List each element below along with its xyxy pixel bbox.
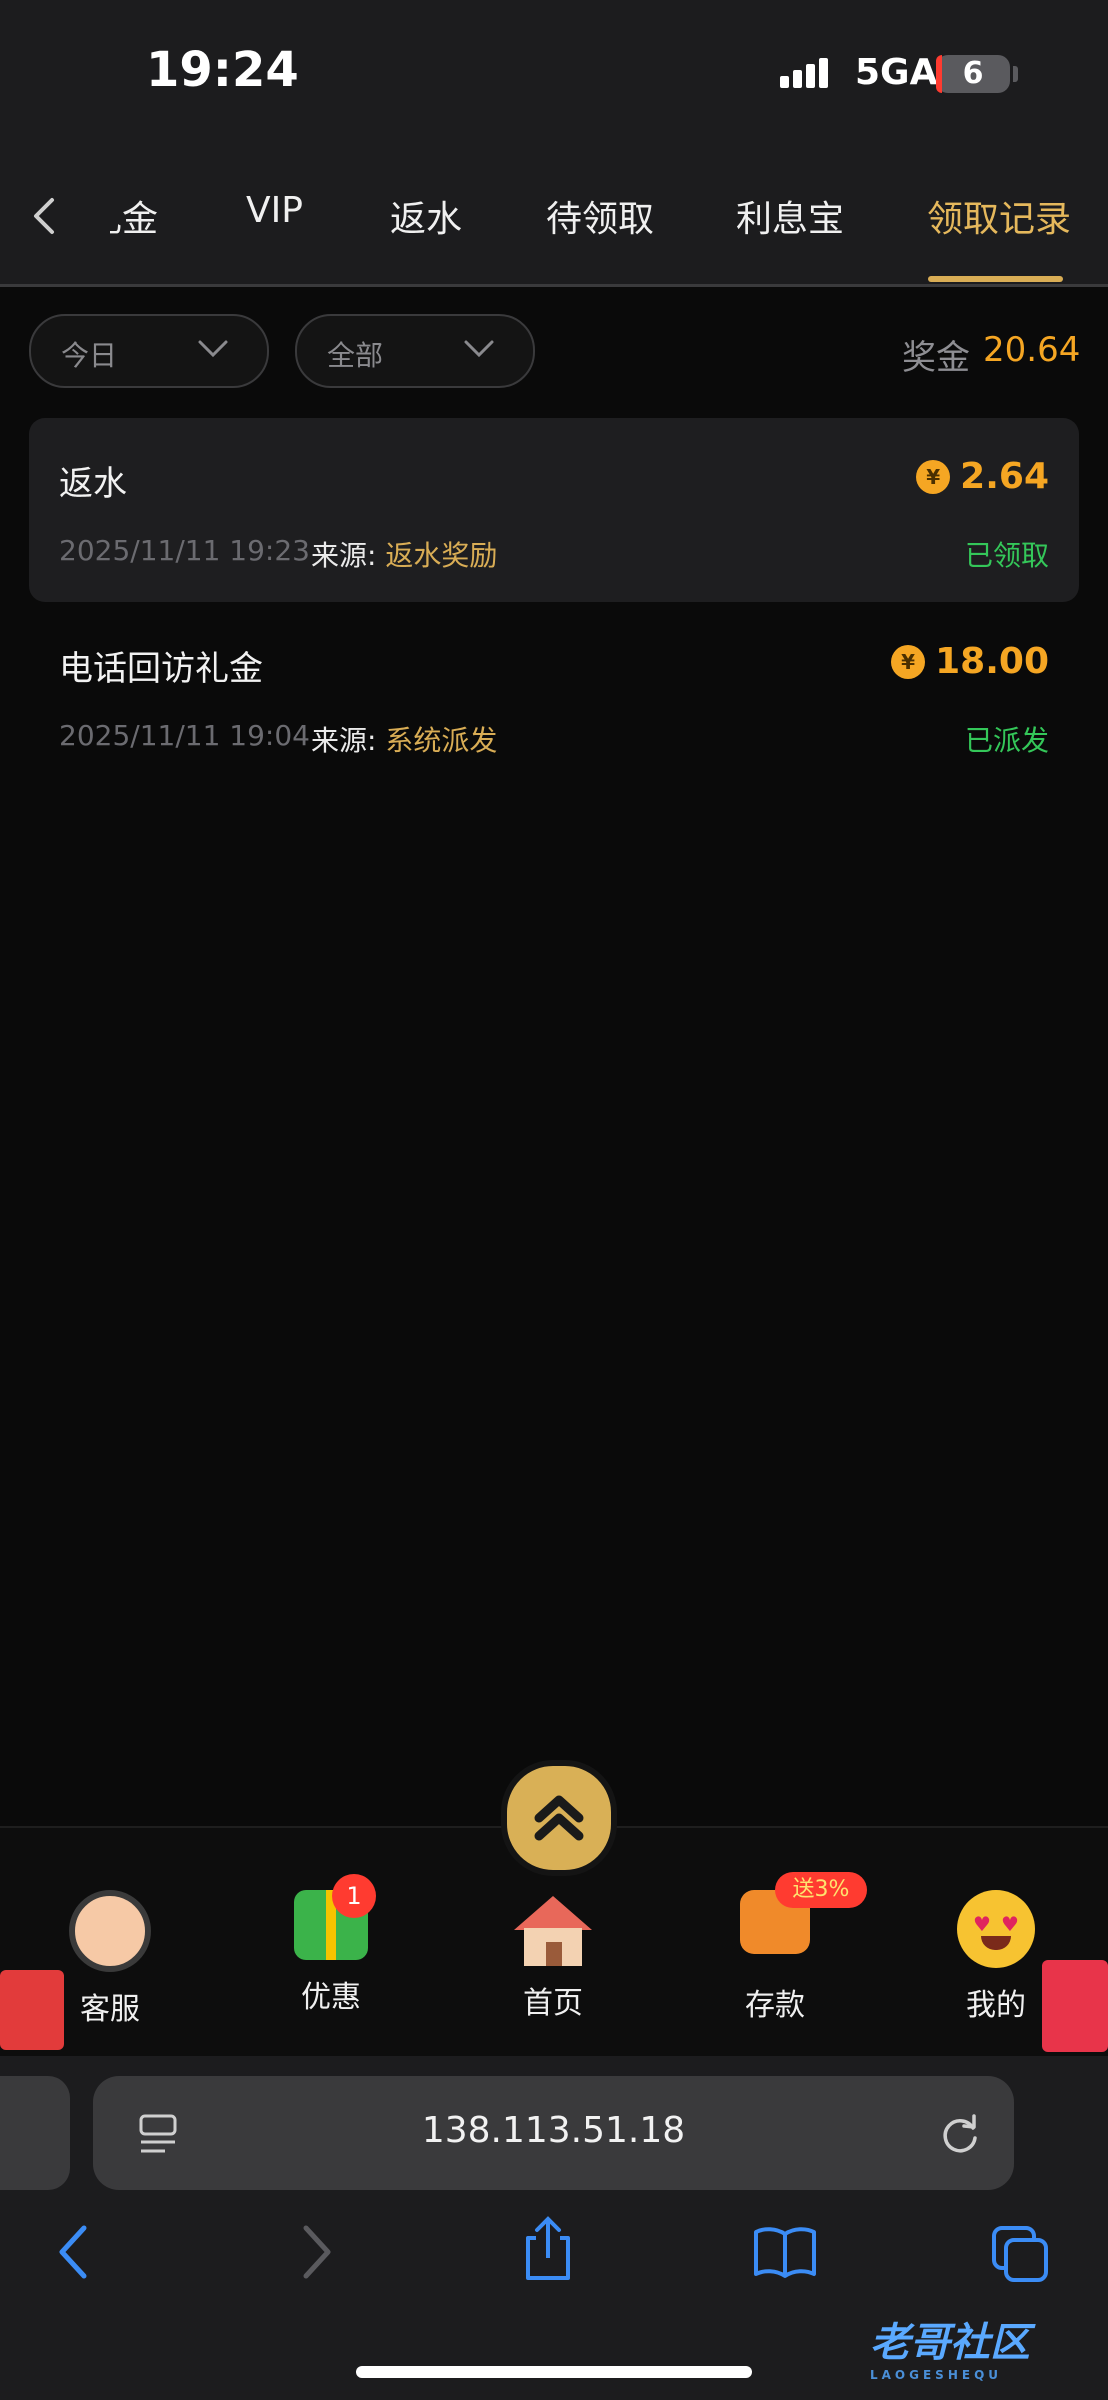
coin-icon: ¥ [916, 459, 951, 494]
chevron-down-icon [464, 340, 494, 358]
nav-customer-service[interactable]: 客服 [45, 1890, 175, 2028]
shopping-bag-decoration-icon [1042, 1960, 1108, 2052]
tab-pending[interactable]: 待领取 [546, 190, 654, 242]
browser-back-icon[interactable] [54, 2224, 94, 2280]
record-source: 来源: 返水奖励 [311, 534, 497, 574]
bonus-total-label: 奖金 [902, 338, 970, 378]
record-amount-value: 18.00 [935, 641, 1049, 682]
tab-active-indicator [928, 276, 1063, 282]
home-indicator [356, 2366, 752, 2378]
nav-promotions[interactable]: 优惠 [266, 1890, 396, 2016]
signal-icon [780, 58, 832, 88]
scroll-top-button[interactable] [501, 1760, 617, 1876]
nav-label: 存款 [745, 1988, 805, 2023]
record-status: 已派发 [964, 724, 1049, 757]
previous-tab-preview[interactable] [0, 2076, 70, 2190]
battery-tip [1013, 66, 1018, 82]
home-icon [514, 1896, 592, 1966]
reload-icon[interactable] [937, 2110, 983, 2156]
record-source-value: 系统派发 [385, 724, 498, 757]
nav-label: 首页 [523, 1986, 583, 2021]
battery-icon: 6 [936, 55, 1010, 93]
record-status: 已领取 [964, 539, 1049, 572]
tabs-icon[interactable] [990, 2224, 1050, 2284]
back-arrow-icon[interactable] [30, 196, 60, 236]
promotions-badge: 1 [332, 1874, 376, 1918]
tab-interest[interactable]: 利息宝 [736, 190, 844, 242]
nav-home[interactable]: 首页 [488, 1890, 618, 2022]
record-amount: ¥18.00 [891, 641, 1049, 682]
address-bar[interactable]: 138.113.51.18 [93, 2076, 1014, 2190]
tab-vip[interactable]: VIP [246, 190, 303, 231]
record-source-value: 返水奖励 [385, 539, 498, 572]
nav-deposit[interactable]: 存款 [710, 1890, 840, 2024]
profile-emoji-icon: ♥ ♥ [957, 1890, 1035, 1968]
coin-icon: ¥ [891, 644, 926, 679]
url-text: 138.113.51.18 [421, 2110, 686, 2151]
status-time: 19:24 [146, 42, 299, 98]
share-icon[interactable] [520, 2216, 576, 2282]
nav-label: 客服 [80, 1992, 140, 2027]
customer-service-icon [69, 1890, 151, 1972]
browser-forward-icon[interactable] [296, 2224, 336, 2280]
record-item[interactable]: 返水 ¥2.64 2025/11/11 19:23 来源: 返水奖励 已领取 [29, 418, 1079, 602]
type-filter-dropdown[interactable]: 全部 [295, 314, 535, 388]
network-label: 5GA [855, 52, 938, 93]
tab-claim-records[interactable]: 领取记录 [927, 190, 1071, 242]
tab-gift-money[interactable]: 礼金 [110, 190, 158, 242]
record-title: 电话回访礼金 [59, 649, 263, 689]
record-source: 来源: 系统派发 [311, 719, 497, 759]
date-filter-dropdown[interactable]: 今日 [29, 314, 269, 388]
double-chevron-up-icon [534, 1795, 584, 1841]
record-item[interactable]: 电话回访礼金 ¥18.00 2025/11/11 19:04 来源: 系统派发 … [29, 603, 1079, 787]
deposit-bonus-badge: 送3% [775, 1872, 867, 1908]
record-title: 返水 [59, 464, 127, 504]
gift-decoration-icon [0, 1970, 64, 2050]
watermark-logo: 老哥社区 LAOGESHEQU [870, 2320, 1030, 2382]
record-date: 2025/11/11 19:04 [59, 719, 310, 752]
tab-rebate[interactable]: 返水 [390, 190, 462, 242]
nav-label: 优惠 [301, 1980, 361, 2015]
record-amount-value: 2.64 [960, 456, 1049, 497]
type-filter-value: 全部 [327, 339, 384, 372]
chevron-down-icon [198, 340, 228, 358]
record-amount: ¥2.64 [916, 456, 1049, 497]
record-source-label: 来源: [311, 724, 377, 757]
date-filter-value: 今日 [61, 339, 118, 372]
record-source-label: 来源: [311, 539, 377, 572]
bookmarks-icon[interactable] [752, 2224, 818, 2280]
record-date: 2025/11/11 19:23 [59, 534, 310, 567]
bonus-total-value: 20.64 [983, 330, 1081, 370]
